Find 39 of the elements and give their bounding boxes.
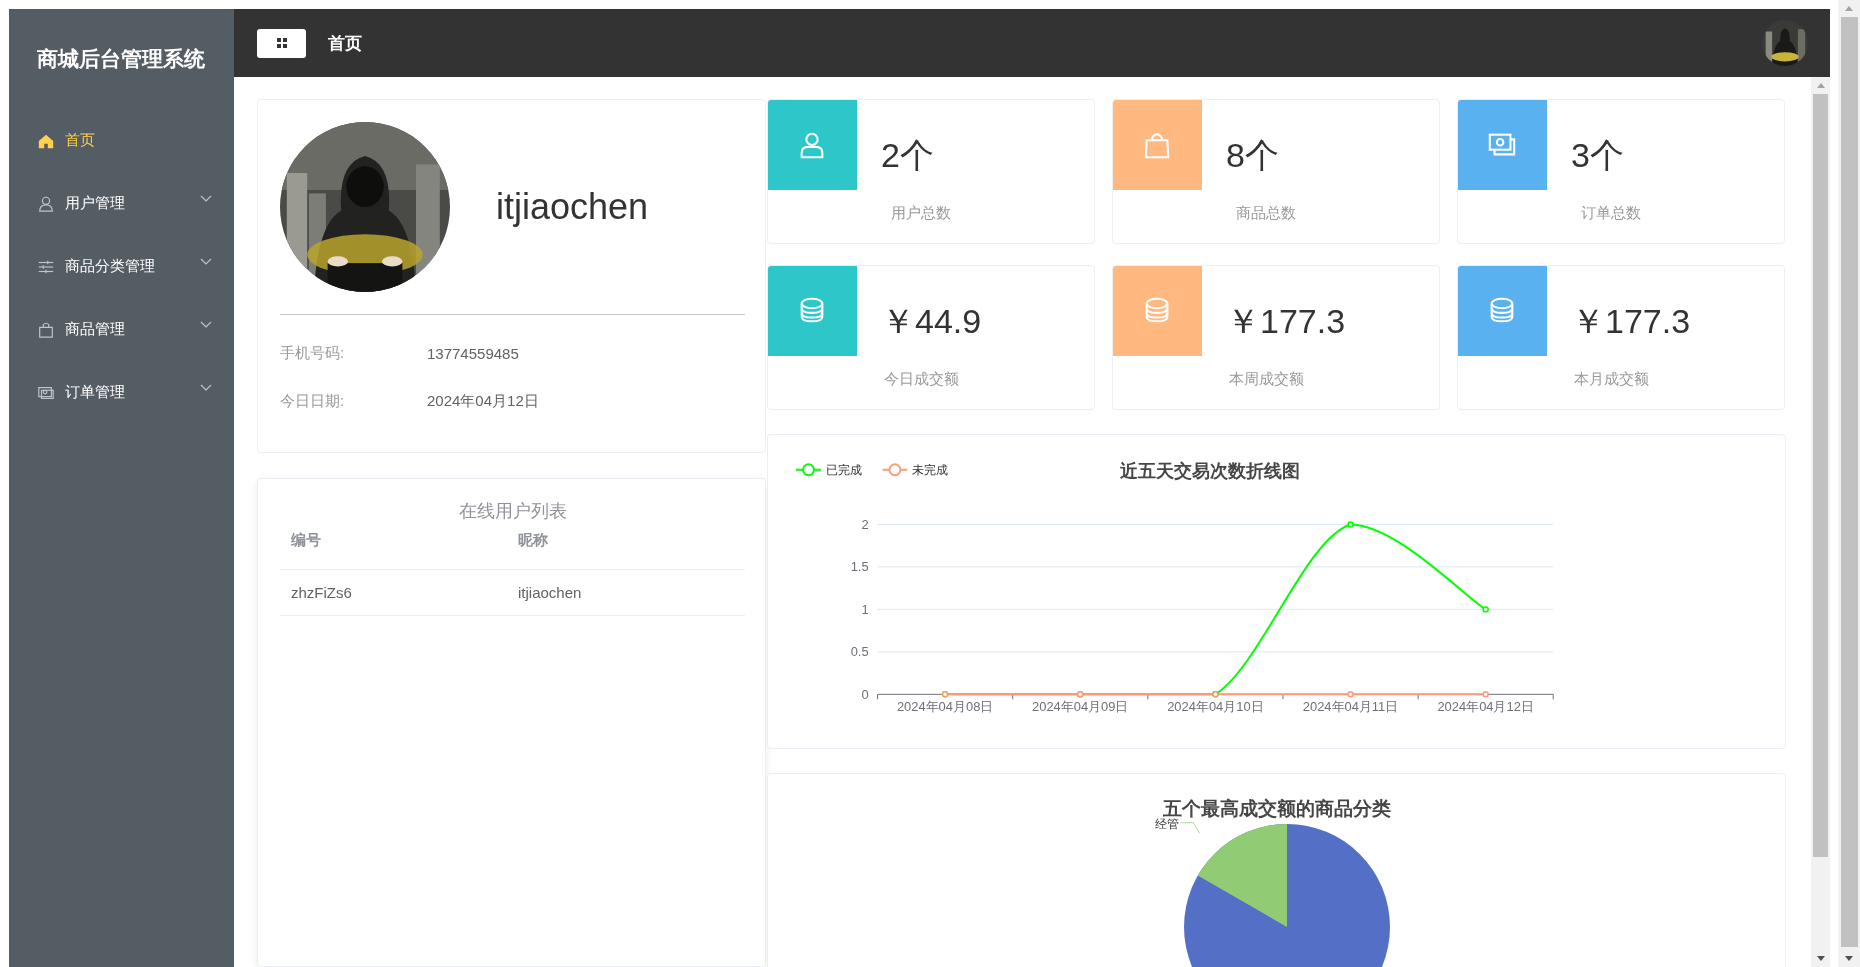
- stat-label: 本月成交额: [1572, 370, 1650, 389]
- stat-value: ￥177.3: [1571, 301, 1691, 342]
- table-cell-text: zhzFiZs6: [291, 584, 353, 601]
- axis-tick-label: 2: [861, 516, 869, 532]
- field-label: 今日日期:: [280, 391, 346, 411]
- axis-tick-label: 0: [861, 686, 869, 702]
- column-header: 编号: [291, 531, 322, 550]
- stat-label: 商品总数: [1235, 204, 1297, 223]
- stat-value: 2个: [881, 135, 934, 176]
- chart-title: 五个最高成交额的商品分类: [1162, 797, 1391, 819]
- legend-label: 已完成: [825, 463, 862, 478]
- column-header: 昵称: [518, 531, 549, 550]
- app-title: 商城后台管理系统: [36, 46, 206, 72]
- axis-tick-label: 2024年04月12日: [1437, 699, 1534, 715]
- stat-label: 用户总数: [890, 204, 952, 223]
- stat-label: 订单总数: [1580, 204, 1642, 223]
- user-name: itjiaochen: [496, 186, 649, 228]
- stat-label: 本周成交额: [1227, 370, 1305, 389]
- stat-value: 3个: [1571, 135, 1624, 176]
- legend-label: 未完成: [912, 463, 949, 478]
- field-label: 手机号码:: [280, 343, 346, 363]
- axis-tick-label: 1.5: [850, 559, 869, 575]
- slice-label: 经管: [1154, 817, 1179, 833]
- breadcrumb: 首页: [328, 32, 362, 55]
- axis-tick-label: 2024年04月10日: [1167, 699, 1264, 715]
- axis-tick-label: 0.5: [850, 644, 869, 660]
- table-cell-text: itjiaochen: [518, 584, 583, 601]
- axis-tick-label: 1: [861, 601, 869, 617]
- axis-tick-label: 2024年04月11日: [1302, 699, 1399, 715]
- stat-value: ￥177.3: [1226, 301, 1346, 342]
- field-value: 13774559485: [427, 344, 519, 362]
- field-value: 2024年04月12日: [427, 391, 539, 411]
- stat-value: ￥44.9: [881, 301, 982, 342]
- chart-title: 近五天交易次数折线图: [1120, 460, 1301, 481]
- axis-tick-label: 2024年04月09日: [1032, 699, 1129, 715]
- axis-tick-label: 2024年04月08日: [896, 699, 994, 715]
- table-title: 在线用户列表: [457, 500, 568, 523]
- stat-label: 今日成交额: [882, 370, 960, 389]
- stat-value: 8个: [1226, 135, 1279, 176]
